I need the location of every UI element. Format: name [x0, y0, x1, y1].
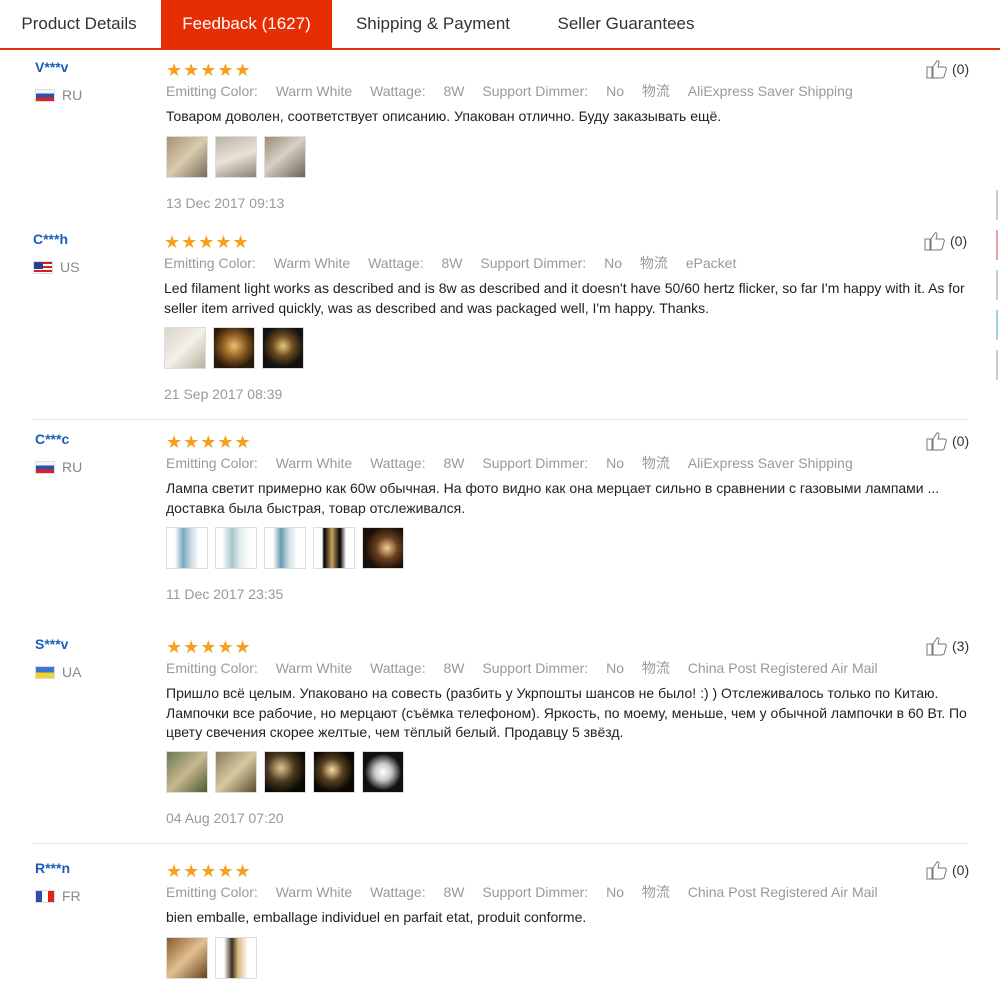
- review-photo[interactable]: [166, 751, 208, 793]
- review-date: 21 Sep 2017 08:39: [164, 386, 283, 402]
- review-text: Led filament light works as described an…: [164, 280, 965, 316]
- helpful-button[interactable]: (0): [924, 231, 967, 251]
- star-rating: ★★★★★: [166, 861, 252, 881]
- review-photo[interactable]: [313, 751, 355, 793]
- review-text: Товаром доволен, соответствует описанию.…: [166, 108, 722, 124]
- review-photo[interactable]: [264, 751, 306, 793]
- tab-feedback[interactable]: Feedback (1627): [161, 0, 332, 48]
- reviewer-name[interactable]: C***c: [35, 431, 69, 447]
- reviewer-name[interactable]: C***h: [33, 231, 68, 247]
- review-photo[interactable]: [215, 527, 257, 569]
- review-text: bien emballe, emballage individuel en pa…: [166, 909, 587, 925]
- review-text: Пришло всё целым. Упаковано на совесть (…: [166, 685, 967, 740]
- reviewer-country: RU: [35, 87, 82, 103]
- order-attributes: Emitting Color: Warm White Wattage: 8W S…: [166, 83, 853, 99]
- reviewer-country: UA: [35, 664, 81, 680]
- order-attributes: Emitting Color: Warm White Wattage: 8W S…: [166, 660, 878, 676]
- review-photos: [166, 751, 404, 793]
- review-photo[interactable]: [215, 751, 257, 793]
- helpful-button[interactable]: (0): [926, 59, 969, 79]
- reviewer-name[interactable]: R***n: [35, 860, 70, 876]
- thumbs-up-icon: [926, 60, 947, 79]
- helpful-button[interactable]: (0): [926, 431, 969, 451]
- reviewer-country: US: [33, 259, 79, 275]
- star-rating: ★★★★★: [166, 637, 252, 657]
- reviewer-country: FR: [35, 888, 81, 904]
- thumbs-up-icon: [924, 232, 945, 251]
- review-photo[interactable]: [262, 327, 304, 369]
- helpful-button[interactable]: (3): [926, 636, 969, 656]
- helpful-button[interactable]: (0): [926, 860, 969, 880]
- edge-marker: [996, 310, 998, 340]
- review-photo[interactable]: [166, 136, 208, 178]
- russia-flag-icon: [35, 460, 55, 474]
- order-attributes: Emitting Color: Warm White Wattage: 8W S…: [164, 255, 737, 271]
- review-date: 04 Aug 2017 07:20: [166, 810, 284, 826]
- tab-product-details[interactable]: Product Details: [0, 0, 158, 48]
- review-date: 11 Dec 2017 23:35: [166, 586, 284, 602]
- tab-shipping-payment[interactable]: Shipping & Payment: [332, 0, 534, 48]
- usa-flag-icon: [33, 260, 53, 274]
- star-rating: ★★★★★: [166, 432, 252, 452]
- france-flag-icon: [35, 889, 55, 903]
- review-photo[interactable]: [264, 527, 306, 569]
- tab-seller-guarantees[interactable]: Seller Guarantees: [534, 0, 718, 48]
- edge-marker: [996, 350, 998, 380]
- order-attributes: Emitting Color: Warm White Wattage: 8W S…: [166, 455, 853, 471]
- review-photo[interactable]: [215, 136, 257, 178]
- review-divider: [32, 843, 968, 844]
- review-photos: [164, 327, 304, 369]
- star-rating: ★★★★★: [164, 232, 250, 252]
- right-edge-markers: [996, 180, 1000, 390]
- order-attributes: Emitting Color: Warm White Wattage: 8W S…: [166, 884, 878, 900]
- review-photo[interactable]: [166, 527, 208, 569]
- review-text: Лампа светит примерно как 60w обычная. Н…: [166, 480, 940, 516]
- thumbs-up-icon: [926, 861, 947, 880]
- reviewer-name[interactable]: S***v: [35, 636, 68, 652]
- review-photos: [166, 136, 306, 178]
- thumbs-up-icon: [926, 432, 947, 451]
- review-divider: [32, 419, 968, 420]
- review-photo[interactable]: [264, 136, 306, 178]
- review-photo[interactable]: [362, 751, 404, 793]
- ukraine-flag-icon: [35, 665, 55, 679]
- review-photo[interactable]: [164, 327, 206, 369]
- review-photo[interactable]: [313, 527, 355, 569]
- edge-marker: [996, 230, 998, 260]
- tab-bar: Product Details Feedback (1627) Shipping…: [0, 0, 1000, 50]
- thumbs-up-icon: [926, 637, 947, 656]
- edge-marker: [996, 190, 998, 220]
- review-photo[interactable]: [166, 937, 208, 979]
- review-photo[interactable]: [215, 937, 257, 979]
- reviewer-name[interactable]: V***v: [35, 59, 68, 75]
- review-photos: [166, 527, 404, 569]
- review-photos: [166, 937, 257, 979]
- star-rating: ★★★★★: [166, 60, 252, 80]
- edge-marker: [996, 270, 998, 300]
- russia-flag-icon: [35, 88, 55, 102]
- review-date: 13 Dec 2017 09:13: [166, 195, 285, 211]
- review-photo[interactable]: [362, 527, 404, 569]
- reviewer-country: RU: [35, 459, 82, 475]
- review-photo[interactable]: [213, 327, 255, 369]
